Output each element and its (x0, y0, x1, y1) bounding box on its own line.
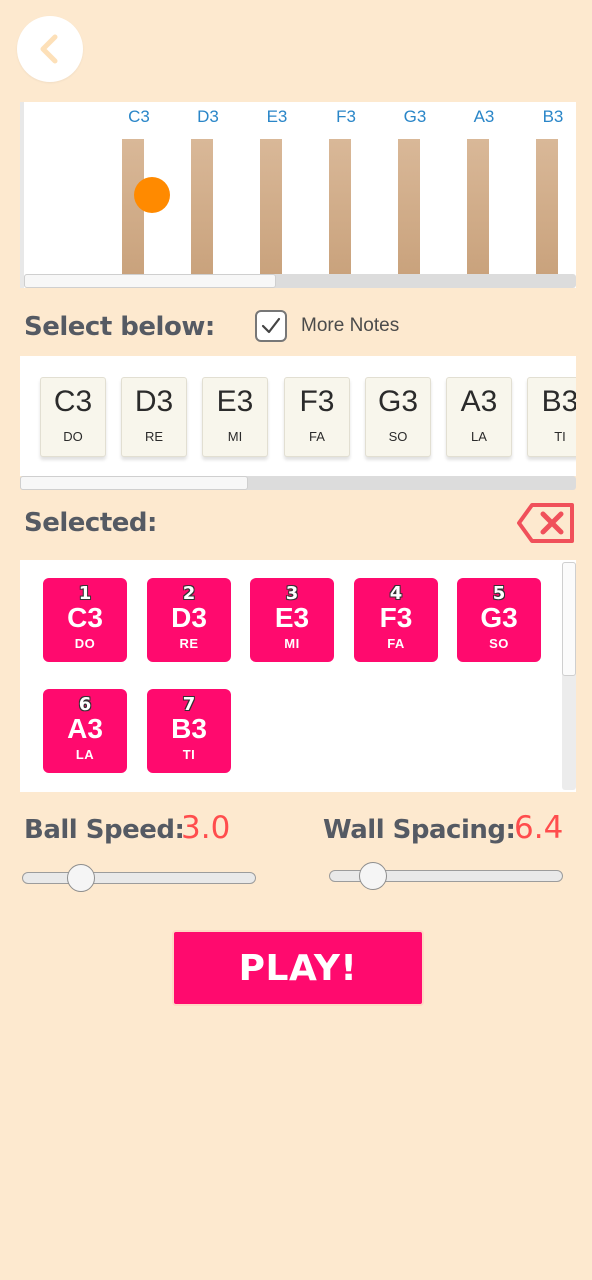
game-preview: C3 D3 E3 F3 G3 A3 B3 (20, 102, 576, 288)
select-below-title: Select below: (24, 312, 215, 342)
selected-note-5[interactable]: 5 G3 SO (457, 578, 541, 662)
play-button[interactable]: PLAY! (172, 930, 424, 1006)
wall-spacing-label: Wall Spacing: (323, 815, 516, 845)
selected-note-name: A3 (67, 713, 103, 744)
selected-index: 1 (78, 583, 92, 604)
selected-notes-panel: 1 C3 DO 2 D3 RE 3 E3 MI 4 F3 FA 5 G3 SO … (20, 560, 576, 792)
note-solfege: MI (227, 429, 243, 444)
preview-ball (134, 177, 170, 213)
more-notes-label: More Notes (301, 315, 400, 336)
preview-label-c3: C3 (128, 107, 150, 126)
preview-scrollbar-thumb[interactable] (24, 274, 276, 288)
selected-solfege: RE (179, 636, 199, 651)
selector-scrollbar[interactable] (20, 476, 576, 490)
selected-note-2[interactable]: 2 D3 RE (147, 578, 231, 662)
note-solfege: SO (388, 429, 408, 444)
note-name: A3 (460, 385, 498, 418)
play-button-label: PLAY! (238, 947, 358, 989)
preview-wall (536, 139, 558, 276)
note-solfege: DO (63, 429, 83, 444)
note-solfege: LA (471, 429, 487, 444)
ball-speed-label: Ball Speed: (24, 815, 185, 845)
note-name: B3 (541, 385, 576, 418)
selected-index: 6 (78, 694, 92, 715)
selected-solfege: MI (284, 636, 300, 651)
selected-note-name: B3 (171, 713, 207, 744)
selected-index: 4 (389, 583, 403, 604)
selected-index: 3 (285, 583, 299, 604)
selected-note-name: E3 (274, 602, 310, 633)
checkmark-icon (261, 317, 281, 334)
selected-note-6[interactable]: 6 A3 LA (43, 689, 127, 773)
ball-speed-value: 3.0 (181, 810, 231, 846)
selected-note-4[interactable]: 4 F3 FA (354, 578, 438, 662)
note-key-d3[interactable]: D3 RE (121, 377, 187, 457)
back-button[interactable] (17, 16, 83, 82)
selected-note-3[interactable]: 3 E3 MI (250, 578, 334, 662)
selected-solfege: LA (75, 747, 95, 762)
selected-scrollbar-thumb[interactable] (562, 562, 576, 676)
selected-note-name: F3 (379, 602, 413, 633)
selected-note-name: G3 (480, 602, 518, 633)
note-key-g3[interactable]: G3 SO (365, 377, 431, 457)
selected-note-name: D3 (171, 602, 207, 633)
selected-note-1[interactable]: 1 C3 DO (43, 578, 127, 662)
preview-label-b3: B3 (542, 107, 564, 126)
note-name: E3 (216, 385, 254, 418)
selected-index: 5 (492, 583, 506, 604)
preview-label-e3: E3 (266, 107, 288, 126)
preview-label-a3: A3 (473, 107, 495, 126)
preview-wall (191, 139, 213, 276)
selected-scrollbar[interactable] (562, 562, 576, 790)
preview-scrollbar[interactable] (24, 274, 576, 288)
selector-scrollbar-thumb[interactable] (20, 476, 248, 490)
note-solfege: RE (144, 429, 164, 444)
note-name: C3 (53, 385, 93, 418)
note-key-a3[interactable]: A3 LA (446, 377, 512, 457)
more-notes-checkbox[interactable] (255, 310, 287, 342)
selected-note-7[interactable]: 7 B3 TI (147, 689, 231, 773)
note-name: G3 (377, 385, 419, 418)
selected-solfege: SO (489, 636, 509, 651)
ball-speed-slider[interactable] (22, 872, 256, 884)
ball-speed-slider-thumb[interactable] (67, 864, 95, 892)
chevron-left-icon (40, 34, 58, 64)
selected-note-name: C3 (67, 602, 103, 633)
note-key-f3[interactable]: F3 FA (284, 377, 350, 457)
selected-index: 7 (182, 694, 196, 715)
note-key-e3[interactable]: E3 MI (202, 377, 268, 457)
selected-solfege: TI (182, 747, 196, 762)
selected-index: 2 (182, 583, 196, 604)
wall-spacing-slider-thumb[interactable] (359, 862, 387, 890)
selected-title: Selected: (24, 508, 157, 538)
note-solfege: TI (554, 429, 566, 444)
backspace-icon[interactable] (516, 502, 576, 544)
note-key-c3[interactable]: C3 DO (40, 377, 106, 457)
preview-wall (260, 139, 282, 276)
preview-wall (398, 139, 420, 276)
preview-wall (329, 139, 351, 276)
preview-label-f3: F3 (336, 107, 356, 126)
more-notes-toggle[interactable]: More Notes (255, 310, 399, 342)
preview-wall (467, 139, 489, 276)
note-name: D3 (134, 385, 174, 418)
note-name: F3 (299, 385, 335, 418)
preview-label-d3: D3 (197, 107, 219, 126)
selected-solfege: DO (74, 636, 96, 651)
selected-solfege: FA (387, 636, 405, 651)
note-solfege: FA (309, 429, 325, 444)
preview-label-g3: G3 (403, 107, 427, 126)
wall-spacing-value: 6.4 (514, 810, 564, 846)
note-key-b3[interactable]: B3 TI (527, 377, 576, 457)
note-selector: C3 DO D3 RE E3 MI F3 FA G3 SO A3 LA B3 T… (20, 356, 576, 476)
